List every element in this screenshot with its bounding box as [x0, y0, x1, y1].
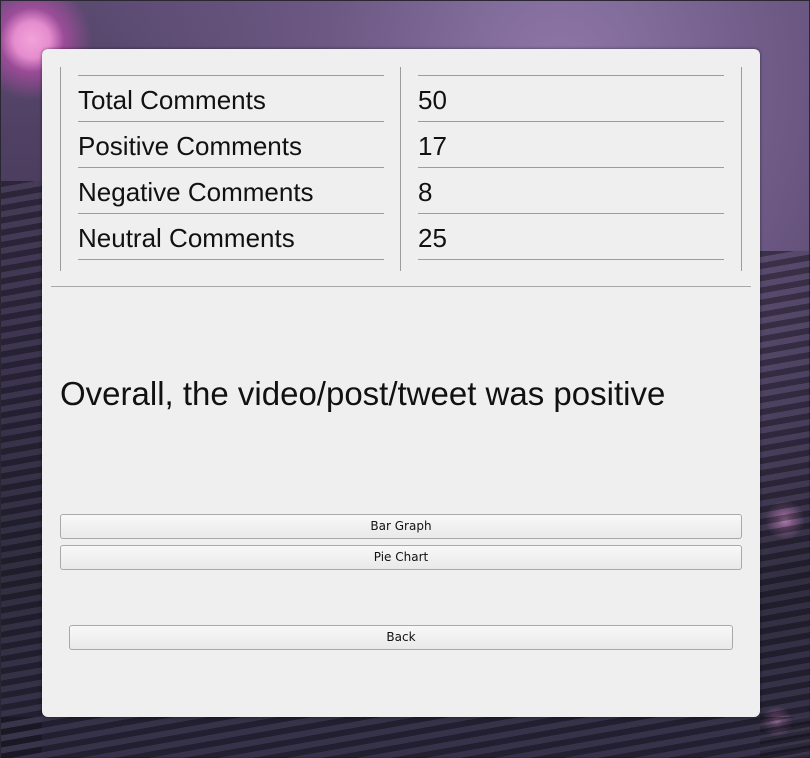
stats-table: Total Comments Positive Comments Negativ…	[60, 67, 742, 271]
pie-chart-button[interactable]: Pie Chart	[60, 545, 742, 570]
neutral-comments-value: 25	[418, 213, 724, 260]
stats-label-column: Total Comments Positive Comments Negativ…	[60, 67, 401, 271]
negative-comments-label: Negative Comments	[78, 167, 384, 213]
back-button[interactable]: Back	[69, 625, 733, 650]
neutral-comments-label: Neutral Comments	[78, 213, 384, 260]
background-rooftop-left	[1, 181, 42, 758]
results-panel: Total Comments Positive Comments Negativ…	[42, 49, 760, 717]
background-rooftop-bottom	[1, 717, 810, 758]
section-divider	[51, 286, 751, 287]
background-rooftop-right	[760, 251, 810, 758]
total-comments-label: Total Comments	[78, 75, 384, 121]
stats-value-column: 50 17 8 25	[400, 67, 742, 271]
positive-comments-label: Positive Comments	[78, 121, 384, 167]
total-comments-value: 50	[418, 75, 724, 121]
overall-sentiment-text: Overall, the video/post/tweet was positi…	[60, 375, 666, 412]
negative-comments-value: 8	[418, 167, 724, 213]
positive-comments-value: 17	[418, 121, 724, 167]
bar-graph-button[interactable]: Bar Graph	[60, 514, 742, 539]
